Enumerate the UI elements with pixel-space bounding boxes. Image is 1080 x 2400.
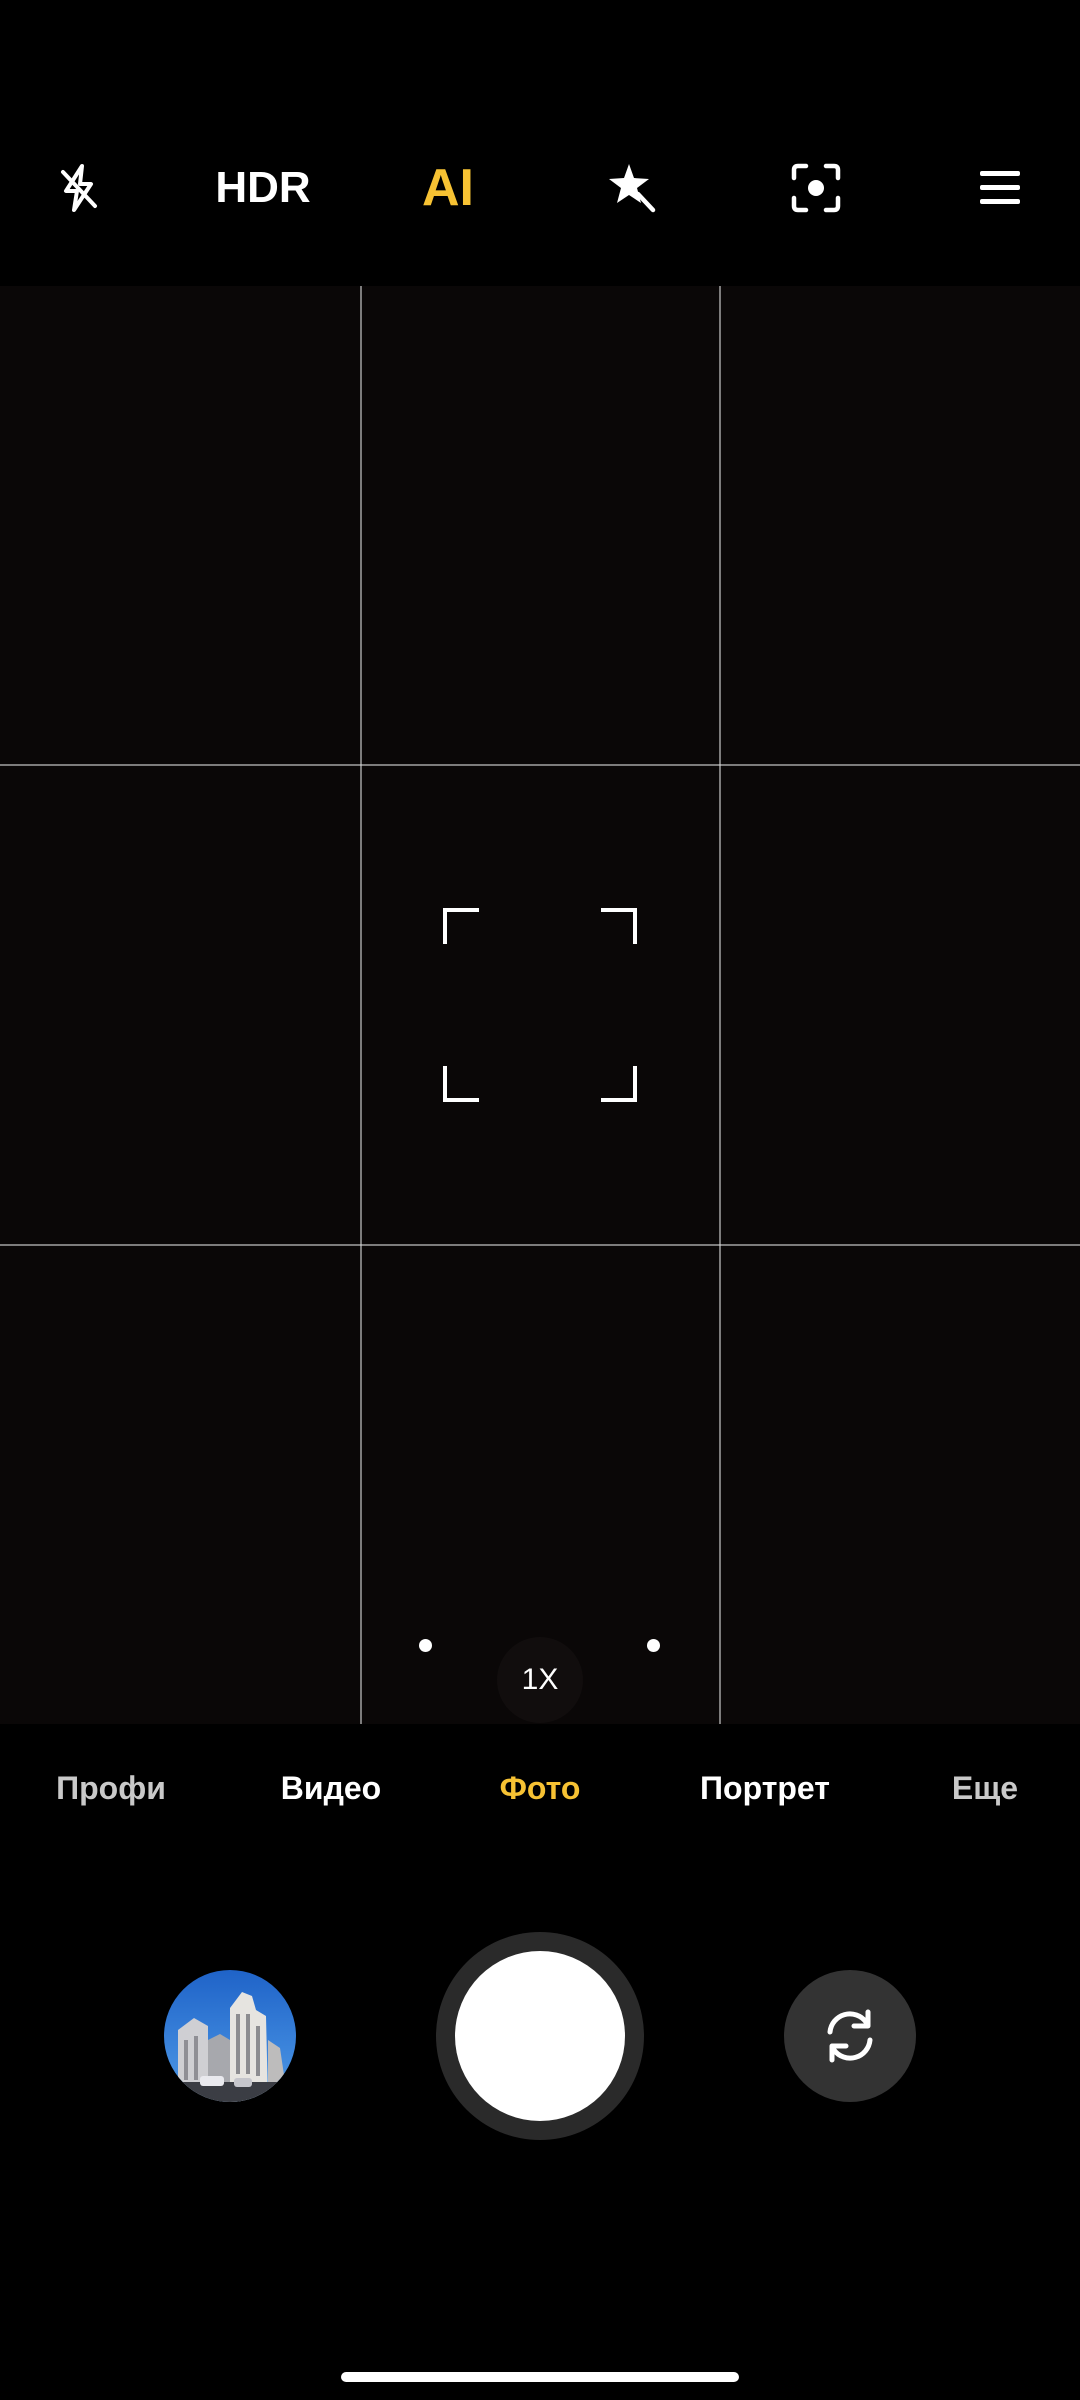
- shutter-inner: [455, 1951, 625, 2121]
- beautify-sparkle-icon: [609, 164, 656, 213]
- grid-line: [719, 286, 721, 1724]
- flash-off-button[interactable]: [39, 148, 119, 228]
- grid-line: [0, 764, 1080, 766]
- lens-scan-button[interactable]: [776, 148, 856, 228]
- switch-camera-button[interactable]: [784, 1970, 916, 2102]
- menu-icon: [980, 171, 1020, 204]
- zoom-label: 1X: [521, 1663, 559, 1696]
- mode-photo[interactable]: Фото: [500, 1770, 581, 1807]
- ai-button[interactable]: AI: [422, 148, 474, 228]
- switch-camera-icon: [827, 2009, 873, 2063]
- lens-scan-icon: [791, 163, 841, 213]
- home-indicator[interactable]: [341, 2372, 739, 2382]
- zoom-level-dot[interactable]: [647, 1639, 660, 1652]
- grid-line: [360, 286, 362, 1724]
- mode-pro[interactable]: Профи: [56, 1770, 166, 1807]
- mode-portrait[interactable]: Портрет: [700, 1770, 830, 1807]
- hdr-button[interactable]: HDR: [215, 148, 310, 228]
- top-toolbar: HDR AI: [0, 0, 1080, 286]
- zoom-level-dot[interactable]: [419, 1639, 432, 1652]
- gallery-thumbnail[interactable]: [164, 1970, 296, 2102]
- flash-off-icon: [61, 164, 97, 212]
- camera-viewfinder[interactable]: 1X: [0, 286, 1080, 1724]
- shutter-button[interactable]: [436, 1932, 644, 2140]
- gallery-photo-image: [164, 1970, 296, 2102]
- zoom-button[interactable]: 1X: [497, 1637, 583, 1723]
- beautify-button[interactable]: [591, 148, 671, 228]
- mode-video[interactable]: Видео: [281, 1770, 381, 1807]
- grid-line: [0, 1244, 1080, 1246]
- mode-more[interactable]: Еще: [952, 1770, 1018, 1807]
- mode-selector: Профи Видео Фото Портрет Еще: [0, 1770, 1080, 1840]
- ai-label: AI: [422, 159, 474, 217]
- focus-frame-icon: [443, 908, 637, 1102]
- menu-button[interactable]: [960, 148, 1040, 228]
- hdr-label: HDR: [215, 163, 311, 212]
